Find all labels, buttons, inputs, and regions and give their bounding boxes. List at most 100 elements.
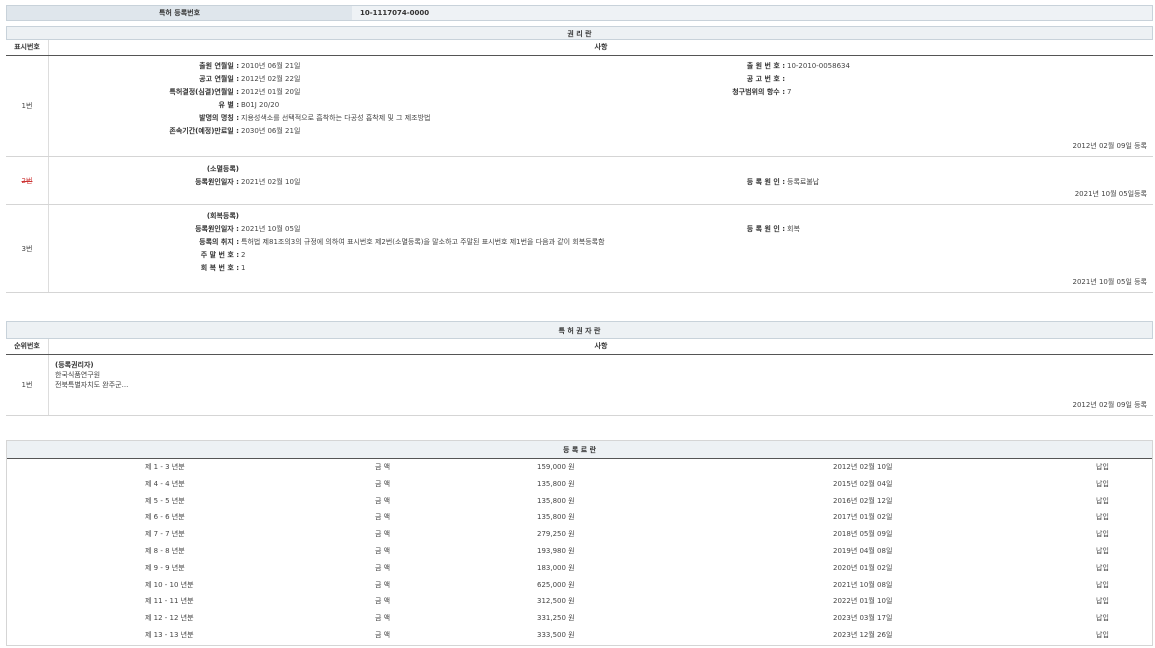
annotation-number-label: 주 말 번 호 : bbox=[201, 249, 239, 262]
fee-amount-label: 금 액 bbox=[375, 627, 390, 644]
fee-amount-label: 금 액 bbox=[375, 610, 390, 627]
fee-status: 납입 bbox=[1096, 610, 1109, 627]
fee-row: 제 11 - 11 년분 금 액 312,500 원 2022년 01월 10일… bbox=[7, 593, 1152, 610]
registration-date: 2021년 10월 05일 등록 bbox=[1072, 277, 1147, 287]
fee-period: 제 5 - 5 년분 bbox=[145, 493, 185, 510]
fee-amount: 135,800 원 bbox=[537, 509, 575, 526]
cause-date-label: 등록원인일자 : bbox=[195, 176, 239, 189]
holder-row-number: 1번 bbox=[6, 355, 49, 415]
fee-row: 제 5 - 5 년분 금 액 135,800 원 2016년 02월 12일 납… bbox=[7, 493, 1152, 510]
fee-amount: 625,000 원 bbox=[537, 577, 575, 594]
publication-number-label: 공 고 번 호 : bbox=[747, 73, 785, 86]
fee-period: 제 10 - 10 년분 bbox=[145, 577, 194, 594]
publication-date-value: 2012년 02월 22일 bbox=[241, 73, 300, 86]
fee-period: 제 7 - 7 년분 bbox=[145, 526, 185, 543]
fee-paid-date: 2016년 02월 12일 bbox=[833, 493, 892, 510]
annotation-number-value: 2 bbox=[241, 249, 245, 262]
fee-period: 제 9 - 9 년분 bbox=[145, 560, 185, 577]
claims-count-value: 7 bbox=[787, 86, 791, 99]
fee-paid-date: 2021년 10월 08일 bbox=[833, 577, 892, 594]
fee-section-title: 등 록 료 란 bbox=[7, 441, 1152, 459]
registration-number-bar: 특허 등록번호 10-1117074-0000 bbox=[6, 5, 1153, 21]
fee-period: 제 13 - 13 년분 bbox=[145, 627, 194, 644]
fee-amount: 135,800 원 bbox=[537, 476, 575, 493]
fee-amount: 183,000 원 bbox=[537, 560, 575, 577]
registration-cause-value: 등록료불납 bbox=[787, 176, 819, 189]
holder-section: 특 허 권 자 란 순위번호 사항 1번 (등록권리자) 한국식품연구원 전북특… bbox=[6, 321, 1153, 416]
fee-status: 납입 bbox=[1096, 577, 1109, 594]
fee-period: 제 8 - 8 년분 bbox=[145, 543, 185, 560]
holder-column-header: 순위번호 사항 bbox=[6, 339, 1153, 355]
rights-column-header: 표시번호 사항 bbox=[6, 40, 1153, 56]
cause-date-value: 2021년 02월 10일 bbox=[241, 176, 300, 189]
fee-status: 납입 bbox=[1096, 509, 1109, 526]
classification-label: 유 별 : bbox=[218, 99, 239, 112]
fee-paid-date: 2022년 01월 10일 bbox=[833, 593, 892, 610]
fee-amount-label: 금 액 bbox=[375, 543, 390, 560]
registration-cause-value: 회복 bbox=[787, 223, 800, 236]
expiry-date-label: 존속기간(예정)만료일 : bbox=[169, 125, 239, 138]
holder-col-number: 순위번호 bbox=[6, 339, 49, 354]
registration-number-value: 10-1117074-0000 bbox=[352, 6, 429, 20]
registration-date: 2021년 10월 05일등록 bbox=[1075, 189, 1147, 199]
holder-section-title: 특 허 권 자 란 bbox=[6, 321, 1153, 339]
fee-status: 납입 bbox=[1096, 593, 1109, 610]
fee-section: 등 록 료 란 제 1 - 3 년분 금 액 159,000 원 2012년 0… bbox=[6, 440, 1153, 646]
fee-status: 납입 bbox=[1096, 543, 1109, 560]
fee-paid-date: 2015년 02월 04일 bbox=[833, 476, 892, 493]
filing-date-label: 출원 연월일 : bbox=[199, 60, 239, 73]
fee-amount: 193,980 원 bbox=[537, 543, 575, 560]
rights-row-number: 1번 bbox=[6, 56, 49, 156]
decision-date-value: 2012년 01월 20일 bbox=[241, 86, 300, 99]
fee-paid-date: 2018년 05월 09일 bbox=[833, 526, 892, 543]
restoration-number-label: 회 복 번 호 : bbox=[201, 262, 239, 275]
fee-status: 납입 bbox=[1096, 476, 1109, 493]
registration-cause-label: 등 록 원 인 : bbox=[747, 223, 785, 236]
fee-row: 제 12 - 12 년분 금 액 331,250 원 2023년 03월 17일… bbox=[7, 610, 1152, 627]
fee-paid-date: 2023년 12월 26일 bbox=[833, 627, 892, 644]
registration-purpose-label: 등록의 취지 : bbox=[199, 236, 239, 249]
claims-count-label: 청구범위의 항수 : bbox=[732, 86, 785, 99]
fee-row: 제 13 - 13 년분 금 액 333,500 원 2023년 12월 26일… bbox=[7, 627, 1152, 644]
fee-amount-label: 금 액 bbox=[375, 577, 390, 594]
rights-col-details: 사항 bbox=[49, 40, 1153, 55]
fee-paid-date: 2012년 02월 10일 bbox=[833, 459, 892, 476]
rights-row: 2번 (소멸등록) 등록원인일자 : 2021년 02월 10일 등 록 원 인… bbox=[6, 157, 1153, 205]
fee-status: 납입 bbox=[1096, 560, 1109, 577]
fee-amount-label: 금 액 bbox=[375, 560, 390, 577]
invention-title-label: 발명의 명칭 : bbox=[199, 112, 239, 125]
fee-amount-label: 금 액 bbox=[375, 509, 390, 526]
fee-period: 제 12 - 12 년분 bbox=[145, 610, 194, 627]
fee-table: 제 1 - 3 년분 금 액 159,000 원 2012년 02월 10일 납… bbox=[7, 459, 1152, 644]
registration-date: 2012년 02월 09일 등록 bbox=[1072, 141, 1147, 151]
decision-date-label: 특허결정(심결)연월일 : bbox=[169, 86, 239, 99]
fee-paid-date: 2017년 01월 02일 bbox=[833, 509, 892, 526]
fee-amount: 135,800 원 bbox=[537, 493, 575, 510]
classification-value: B01J 20/20 bbox=[241, 99, 279, 112]
registration-purpose-value: 특허법 제81조의3의 규정에 의하여 표시번호 제2번(소멸등록)을 말소하고… bbox=[241, 236, 605, 249]
publication-date-label: 공고 연월일 : bbox=[199, 73, 239, 86]
restoration-heading: (회복등록) bbox=[207, 210, 239, 223]
rights-col-number: 표시번호 bbox=[6, 40, 49, 55]
rights-row: 1번 출원 연월일 : 2010년 06월 21일 공고 연월일 : 2012년… bbox=[6, 56, 1153, 157]
fee-amount-label: 금 액 bbox=[375, 476, 390, 493]
cause-date-value: 2021년 10월 05일 bbox=[241, 223, 300, 236]
fee-row: 제 6 - 6 년분 금 액 135,800 원 2017년 01월 02일 납… bbox=[7, 509, 1152, 526]
fee-period: 제 4 - 4 년분 bbox=[145, 476, 185, 493]
extinction-heading: (소멸등록) bbox=[207, 163, 239, 176]
registration-date: 2012년 02월 09일 등록 bbox=[1072, 400, 1147, 410]
fee-amount-label: 금 액 bbox=[375, 593, 390, 610]
rights-row-number: 3번 bbox=[6, 205, 49, 292]
rights-section: 권 리 란 표시번호 사항 1번 출원 연월일 : 2010년 06월 21일 … bbox=[6, 26, 1153, 293]
fee-amount-label: 금 액 bbox=[375, 526, 390, 543]
rights-section-title: 권 리 란 bbox=[6, 26, 1153, 40]
fee-status: 납입 bbox=[1096, 459, 1109, 476]
application-number-label: 출 원 번 호 : bbox=[747, 60, 785, 73]
fee-amount-label: 금 액 bbox=[375, 459, 390, 476]
rights-row: 3번 (회복등록) 등록원인일자 : 2021년 10월 05일 등록의 취지 … bbox=[6, 205, 1153, 293]
fee-amount: 333,500 원 bbox=[537, 627, 575, 644]
holder-col-details: 사항 bbox=[49, 339, 1153, 354]
fee-paid-date: 2019년 04월 08일 bbox=[833, 543, 892, 560]
fee-amount: 312,500 원 bbox=[537, 593, 575, 610]
fee-row: 제 4 - 4 년분 금 액 135,800 원 2015년 02월 04일 납… bbox=[7, 476, 1152, 493]
